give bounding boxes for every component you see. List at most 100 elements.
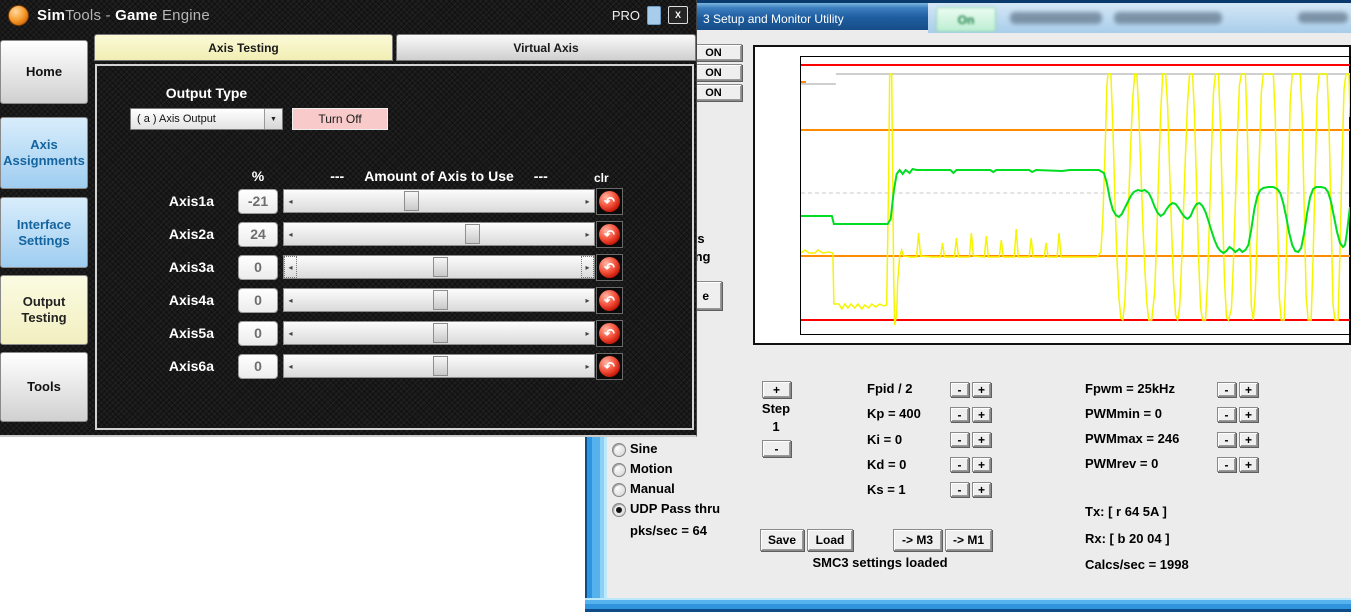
pwmmin-minus-button[interactable]: - bbox=[1217, 407, 1236, 422]
sidebar-item-axis-assignments[interactable]: Axis Assignments bbox=[0, 117, 88, 189]
slider-thumb[interactable] bbox=[404, 191, 419, 211]
simtools-titlebar[interactable]: SimTools - Game Engine PRO X bbox=[0, 0, 696, 30]
ks-plus-button[interactable]: + bbox=[972, 482, 991, 497]
output-type-value: ( a ) Axis Output bbox=[131, 113, 264, 125]
status-text: SMC3 settings loaded bbox=[765, 555, 995, 570]
step-minus-button[interactable]: - bbox=[762, 440, 791, 457]
kd-minus-button[interactable]: - bbox=[950, 457, 969, 472]
axis-slider[interactable]: ◂ ▸ bbox=[283, 255, 595, 279]
slider-thumb[interactable] bbox=[465, 224, 480, 244]
close-icon[interactable]: X bbox=[668, 6, 688, 24]
slider-left-arrow-icon[interactable]: ◂ bbox=[284, 355, 297, 377]
sidebar-item-home[interactable]: Home bbox=[0, 40, 88, 104]
step-plus-button[interactable]: + bbox=[762, 381, 791, 398]
mode-label-sine[interactable]: Sine bbox=[630, 441, 657, 456]
slider-right-arrow-icon[interactable]: ▸ bbox=[581, 256, 594, 278]
to-m3-button[interactable]: -> M3 bbox=[893, 529, 942, 551]
save-button[interactable]: Save bbox=[760, 529, 804, 551]
axis-value-box: -21 bbox=[238, 189, 278, 214]
slider-right-arrow-icon[interactable]: ▸ bbox=[581, 322, 594, 344]
pwmmax-plus-button[interactable]: + bbox=[1239, 432, 1258, 447]
blurred-text-bar bbox=[1010, 12, 1102, 24]
sidebar-item-output-testing[interactable]: Output Testing bbox=[0, 275, 88, 345]
slider-left-arrow-icon[interactable]: ◂ bbox=[284, 256, 297, 278]
slider-left-arrow-icon[interactable]: ◂ bbox=[284, 223, 297, 245]
pwmrev-plus-button[interactable]: + bbox=[1239, 457, 1258, 472]
mode-label-udp-pass-thru[interactable]: UDP Pass thru bbox=[630, 501, 720, 516]
axis-slider[interactable]: ◂ ▸ bbox=[283, 222, 595, 246]
slider-left-arrow-icon[interactable]: ◂ bbox=[284, 289, 297, 311]
fpwm-plus-button[interactable]: + bbox=[1239, 382, 1258, 397]
desktop: 3 Setup and Monitor Utility ON ON ON ts … bbox=[0, 0, 1351, 615]
smc3-window: 3 Setup and Monitor Utility ON ON ON ts … bbox=[585, 0, 1351, 612]
tx-value: Tx: [ r 64 5A ] bbox=[1085, 504, 1167, 519]
ki-plus-button[interactable]: + bbox=[972, 432, 991, 447]
chevron-down-icon[interactable]: ▼ bbox=[264, 109, 282, 129]
column-header-percent: % bbox=[238, 168, 278, 184]
fpid-minus-button[interactable]: - bbox=[950, 382, 969, 397]
simtools-window: SimTools - Game Engine PRO X Home Axis A… bbox=[0, 0, 697, 437]
axis-slider[interactable]: ◂ ▸ bbox=[283, 354, 595, 378]
slider-right-arrow-icon[interactable]: ▸ bbox=[581, 355, 594, 377]
axis-row-label: Axis5a bbox=[130, 320, 214, 346]
slider-left-arrow-icon[interactable]: ◂ bbox=[284, 190, 297, 212]
output-type-label: Output Type bbox=[130, 85, 283, 101]
undo-arrow-icon: ↶ bbox=[599, 290, 620, 311]
mode-radio-udp-pass-thru[interactable] bbox=[612, 503, 626, 517]
kp-minus-button[interactable]: - bbox=[950, 407, 969, 422]
fpid-plus-button[interactable]: + bbox=[972, 382, 991, 397]
ki-minus-button[interactable]: - bbox=[950, 432, 969, 447]
slider-thumb[interactable] bbox=[433, 323, 448, 343]
kp-plus-button[interactable]: + bbox=[972, 407, 991, 422]
axis-clear-button[interactable]: ↶ bbox=[596, 188, 623, 215]
axis-slider[interactable]: ◂ ▸ bbox=[283, 288, 595, 312]
to-m1-button[interactable]: -> M1 bbox=[945, 529, 992, 551]
param-pwmmin: PWMmin = 0 bbox=[1085, 406, 1162, 421]
mode-radio-motion[interactable] bbox=[612, 463, 626, 477]
slider-thumb[interactable] bbox=[433, 257, 448, 277]
axis-slider[interactable]: ◂ ▸ bbox=[283, 189, 595, 213]
sidebar-item-interface-settings[interactable]: Interface Settings bbox=[0, 197, 88, 268]
undo-arrow-icon: ↶ bbox=[599, 191, 620, 212]
axis-row-label: Axis3a bbox=[130, 254, 214, 280]
background-window-titlebar: On bbox=[928, 3, 1351, 33]
kd-plus-button[interactable]: + bbox=[972, 457, 991, 472]
axis-clear-button[interactable]: ↶ bbox=[596, 320, 623, 347]
param-pwmrev: PWMrev = 0 bbox=[1085, 456, 1158, 471]
axis-row-label: Axis1a bbox=[130, 188, 214, 214]
slider-right-arrow-icon[interactable]: ▸ bbox=[581, 223, 594, 245]
axis-clear-button[interactable]: ↶ bbox=[596, 254, 623, 281]
slider-thumb[interactable] bbox=[433, 290, 448, 310]
mode-label-motion[interactable]: Motion bbox=[630, 461, 673, 476]
mode-radio-manual[interactable] bbox=[612, 483, 626, 497]
slider-left-arrow-icon[interactable]: ◂ bbox=[284, 322, 297, 344]
rx-value: Rx: [ b 20 04 ] bbox=[1085, 531, 1170, 546]
pwmrev-minus-button[interactable]: - bbox=[1217, 457, 1236, 472]
output-type-select[interactable]: ( a ) Axis Output ▼ bbox=[130, 108, 283, 130]
title-engine: Engine bbox=[158, 7, 210, 24]
fpwm-minus-button[interactable]: - bbox=[1217, 382, 1236, 397]
load-button[interactable]: Load bbox=[807, 529, 853, 551]
tab-virtual-axis[interactable]: Virtual Axis bbox=[396, 34, 696, 61]
mode-radio-sine[interactable] bbox=[612, 443, 626, 457]
license-indicator bbox=[647, 6, 661, 25]
slider-right-arrow-icon[interactable]: ▸ bbox=[581, 289, 594, 311]
param-ki: Ki = 0 bbox=[867, 432, 902, 447]
pwmmax-minus-button[interactable]: - bbox=[1217, 432, 1236, 447]
slider-right-arrow-icon[interactable]: ▸ bbox=[581, 190, 594, 212]
background-on-button[interactable]: On bbox=[936, 7, 996, 32]
turn-off-button[interactable]: Turn Off bbox=[292, 108, 388, 130]
param-fpwm: Fpwm = 25kHz bbox=[1085, 381, 1175, 396]
axis-clear-button[interactable]: ↶ bbox=[596, 287, 623, 314]
header-dash-right: --- bbox=[534, 168, 548, 184]
mode-label-manual[interactable]: Manual bbox=[630, 481, 675, 496]
sidebar-item-tools[interactable]: Tools bbox=[0, 352, 88, 422]
pwmmin-plus-button[interactable]: + bbox=[1239, 407, 1258, 422]
tab-axis-testing[interactable]: Axis Testing bbox=[94, 34, 393, 61]
axis-clear-button[interactable]: ↶ bbox=[596, 221, 623, 248]
axis-value-box: 0 bbox=[238, 321, 278, 346]
ks-minus-button[interactable]: - bbox=[950, 482, 969, 497]
axis-clear-button[interactable]: ↶ bbox=[596, 353, 623, 380]
axis-slider[interactable]: ◂ ▸ bbox=[283, 321, 595, 345]
slider-thumb[interactable] bbox=[433, 356, 448, 376]
